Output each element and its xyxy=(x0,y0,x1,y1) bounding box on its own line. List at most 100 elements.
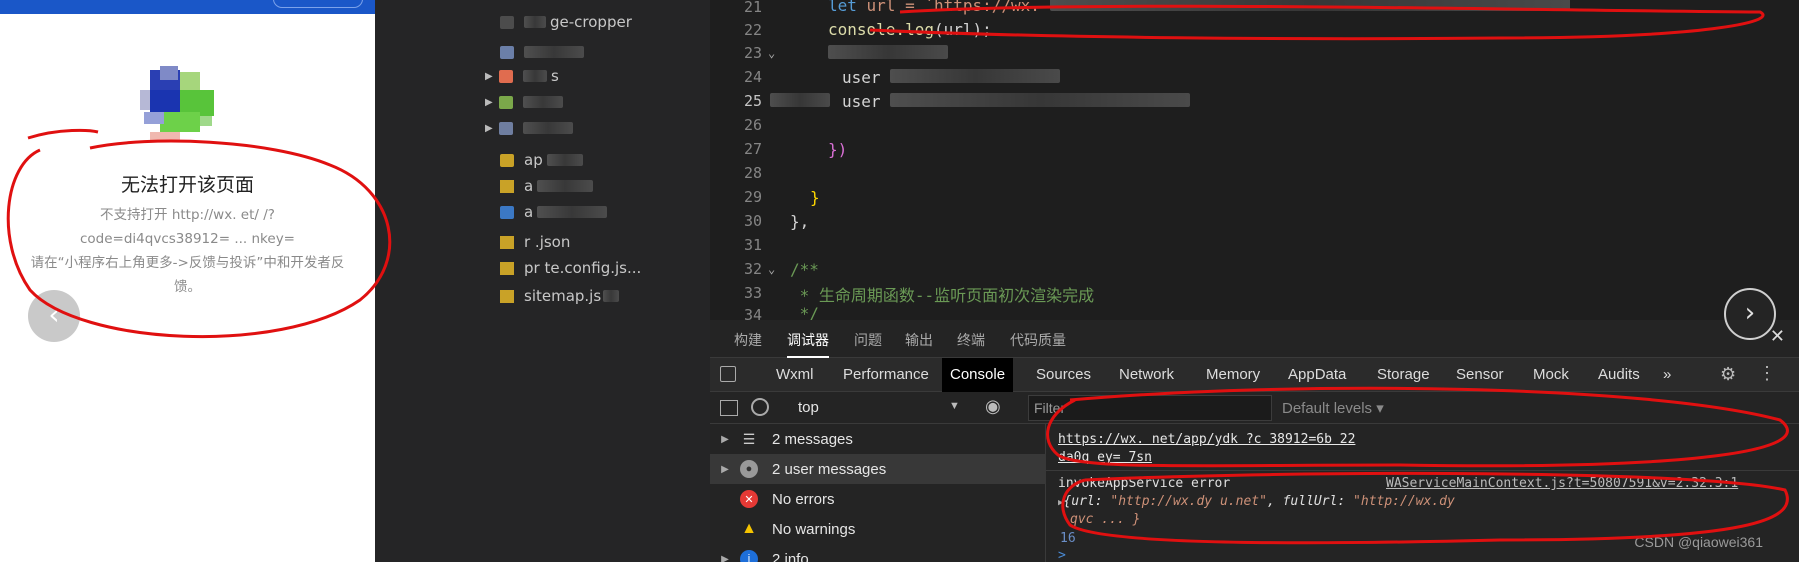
tab-code-quality[interactable]: 代码质量 xyxy=(1010,330,1066,350)
line-number: 28 xyxy=(743,164,762,182)
back-button[interactable]: ‹ xyxy=(28,290,80,342)
console-sidebar: ▶ ☰ 2 messages ▶ ● 2 user messages ✕ No … xyxy=(710,424,1046,562)
tree-item-app-js[interactable]: ap xyxy=(500,148,583,172)
mini-program-simulator: 无法打开该页面 不支持打开 http://wx. et/ /? code=di4… xyxy=(0,0,375,562)
folder-icon xyxy=(499,95,513,109)
tree-item-label: a xyxy=(524,203,534,221)
tree-item-label: r .json xyxy=(524,233,571,251)
filter-input[interactable]: Filter xyxy=(1028,395,1272,421)
sidebar-item-label: 2 user messages xyxy=(772,460,887,478)
sidebar-item-messages[interactable]: ▶ ☰ 2 messages xyxy=(710,424,1046,454)
tab-mock[interactable]: Mock xyxy=(1525,358,1577,392)
log-url-link-cont[interactable]: da0q ey= 7sn xyxy=(1058,450,1152,465)
tree-item-project-private-config[interactable]: pr te.config.js... xyxy=(500,256,641,280)
tree-item-app-wxss[interactable]: a xyxy=(500,200,608,224)
log-object-cont: qvc ... } xyxy=(1070,512,1141,527)
error-message-line-1: 不支持打开 http://wx. et/ /? xyxy=(100,207,275,223)
tree-item-project-config[interactable]: r .json xyxy=(500,230,570,254)
tab-sensor[interactable]: Sensor xyxy=(1448,358,1512,392)
tree-item-app-json[interactable]: a xyxy=(500,174,594,198)
code-text: url = `https://wx. xyxy=(856,0,1040,15)
code-line-21: let url = `https://wx. xyxy=(828,0,1570,15)
tree-item-blurred[interactable] xyxy=(500,40,584,64)
gear-icon[interactable]: ⚙ xyxy=(1720,364,1736,385)
chevron-right-icon: ▶ xyxy=(721,553,729,562)
folder-icon xyxy=(499,69,513,83)
obj-key: , fullUrl: xyxy=(1266,494,1346,509)
watermark: CSDN @qiaowei361 xyxy=(1634,534,1763,550)
obj-key: url: xyxy=(1071,494,1103,509)
sidebar-item-errors[interactable]: ✕ No errors xyxy=(710,484,1046,514)
chevron-down-icon[interactable]: ▼ xyxy=(949,400,960,412)
sidebar-item-label: 2 messages xyxy=(772,430,853,448)
error-hint-line-1: 请在“小程序右上角更多->反馈与投诉”中和开发者反 xyxy=(30,255,345,271)
tab-performance[interactable]: Performance xyxy=(835,358,937,392)
close-icon[interactable]: ✕ xyxy=(1770,326,1785,347)
tab-console[interactable]: Console xyxy=(942,358,1014,392)
blurred-code xyxy=(828,45,948,59)
sidebar-item-user-messages[interactable]: ▶ ● 2 user messages xyxy=(710,454,1046,484)
warning-icon: ▲ xyxy=(741,520,757,537)
eye-icon[interactable]: ◉ xyxy=(985,396,1001,417)
log-url-link[interactable]: https://wx. net/app/ydk ?c 38912=6b 22 xyxy=(1058,432,1355,447)
code-line-23 xyxy=(828,44,948,63)
tab-wxml[interactable]: Wxml xyxy=(768,358,822,392)
expand-arrow-icon[interactable]: ▶ xyxy=(1058,498,1063,508)
tab-sources[interactable]: Sources xyxy=(1028,358,1099,392)
code-line-27: }) xyxy=(828,140,848,159)
list-icon: ☰ xyxy=(742,430,756,447)
fold-chevron-icon[interactable]: ⌄ xyxy=(768,262,775,276)
tab-output[interactable]: 输出 xyxy=(905,330,933,350)
code-text: (url); xyxy=(933,20,992,39)
log-source-link[interactable]: WAServiceMainContext.js?t=50807591&v=2.3… xyxy=(1386,476,1738,491)
console-prompt[interactable]: > xyxy=(1058,548,1066,562)
json-file-icon xyxy=(500,289,514,303)
capsule-button[interactable] xyxy=(273,0,363,8)
line-number: 32 xyxy=(743,260,762,278)
log-levels-dropdown[interactable]: Default levels ▾ xyxy=(1282,399,1384,417)
folder-icon xyxy=(500,45,514,59)
css-file-icon xyxy=(500,205,514,219)
more-tabs-icon[interactable]: » xyxy=(1655,358,1679,392)
context-selector[interactable]: top xyxy=(798,399,819,416)
error-message-2: code=di4qvcs38912= ... nkey= xyxy=(0,227,375,251)
tree-item-sitemap[interactable]: sitemap.js xyxy=(500,284,620,308)
kebab-menu-icon[interactable]: ⋮ xyxy=(1758,363,1776,384)
sidebar-item-info[interactable]: ▶ i 2 info xyxy=(710,544,1046,562)
tab-storage[interactable]: Storage xyxy=(1369,358,1438,392)
tab-problems[interactable]: 问题 xyxy=(854,330,882,350)
obj-value: "http://wx.dy u.net" xyxy=(1110,494,1267,509)
code-text: user xyxy=(842,68,881,87)
clear-console-icon[interactable] xyxy=(751,398,769,416)
tree-item-s[interactable]: ▶ s xyxy=(485,64,559,88)
tab-network[interactable]: Network xyxy=(1111,358,1182,392)
blurred-text xyxy=(546,154,583,166)
user-icon: ● xyxy=(740,460,758,478)
line-number: 24 xyxy=(743,68,762,86)
sidebar-toggle-icon[interactable] xyxy=(720,400,738,416)
tree-item-folder[interactable]: ▶ xyxy=(485,90,563,114)
line-number: 26 xyxy=(743,116,762,134)
tab-terminal[interactable]: 终端 xyxy=(957,330,985,350)
inspect-icon[interactable] xyxy=(720,366,736,382)
tab-debugger[interactable]: 调试器 xyxy=(787,330,829,358)
sidebar-item-warnings[interactable]: ▲ No warnings xyxy=(710,514,1046,544)
tree-item-folder-2[interactable]: ▶ xyxy=(485,116,573,140)
tree-item-label: s xyxy=(551,67,559,85)
log-object[interactable]: ▶{url: "http://wx.dy u.net", fullUrl: "h… xyxy=(1058,494,1455,509)
tab-build[interactable]: 构建 xyxy=(734,330,762,350)
next-arrow-button[interactable]: › xyxy=(1724,288,1776,340)
tree-item-image-cropper[interactable]: ge-cropper xyxy=(500,10,632,34)
code-text: user xyxy=(842,92,881,111)
code-line-32: /** xyxy=(790,260,819,279)
fold-chevron-icon[interactable]: ⌄ xyxy=(768,46,775,60)
blurred-text xyxy=(603,290,620,302)
tab-memory[interactable]: Memory xyxy=(1198,358,1268,392)
blurred-text xyxy=(523,122,573,134)
sidebar-item-label: No errors xyxy=(772,490,835,508)
code-editor[interactable]: 21 22 23 24 25 26 27 28 29 30 31 32 33 3… xyxy=(710,0,1799,324)
line-number: 22 xyxy=(743,21,762,39)
tab-audits[interactable]: Audits xyxy=(1590,358,1648,392)
tab-appdata[interactable]: AppData xyxy=(1280,358,1354,392)
app-icon xyxy=(140,66,214,140)
